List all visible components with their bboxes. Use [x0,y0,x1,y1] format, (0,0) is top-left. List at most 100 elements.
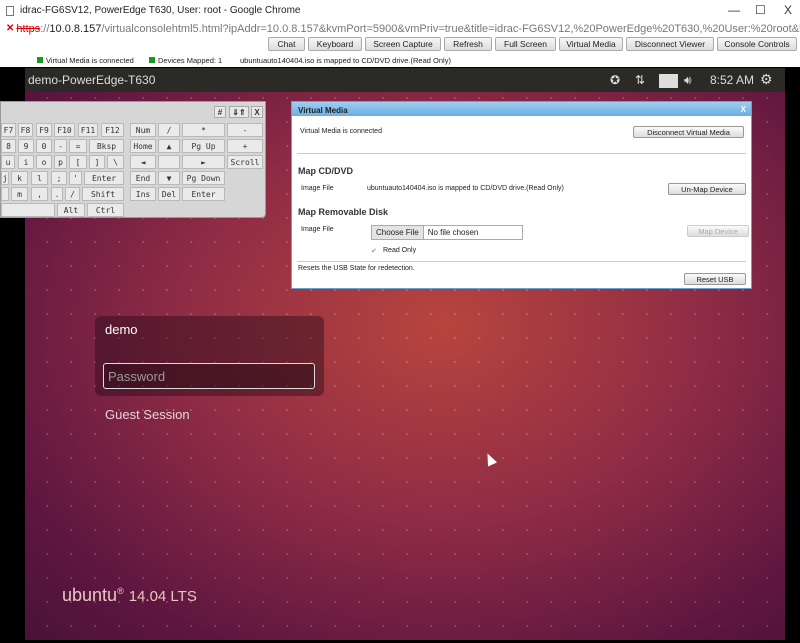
keyboard-key[interactable]: F7 [1,123,16,137]
map-cd-heading: Map CD/DVD [298,166,354,176]
keyboard-key[interactable]: F11 [78,123,98,137]
keyboard-key[interactable]: F12 [101,123,124,137]
vm-connected-text: Virtual Media is connected [300,128,382,135]
full-screen-button[interactable]: Full Screen [495,37,556,51]
keyboard-key[interactable]: 8 [1,139,16,153]
keyboard-key[interactable]: F8 [18,123,33,137]
maximize-button[interactable]: ☐ [755,3,766,17]
keyboard-key[interactable]: / [65,187,80,201]
rd-image-label: Image File [301,226,334,233]
keyboard-key[interactable]: Bksp [89,139,124,153]
keyboard-key[interactable]: - [54,139,67,153]
keyboard-key[interactable]: ; [51,171,67,185]
password-input[interactable]: Password [103,363,315,389]
keyboard-key[interactable]: m [11,187,28,201]
keyboard-key[interactable]: F10 [54,123,75,137]
window-title: idrac-FG6SV12, PowerEdge T630, User: roo… [20,5,301,16]
keyboard-key[interactable]: u [1,155,15,169]
keyboard-key[interactable]: l [31,171,48,185]
keyboard-key[interactable]: / [158,123,180,137]
keyboard-key[interactable]: j [1,171,9,185]
address-bar[interactable]: ✕ https://10.0.8.157/virtualconsolehtml5.… [0,21,800,36]
keyboard-key[interactable]: , [31,187,48,201]
keyboard-key[interactable]: Num [130,123,156,137]
keyboard-layout-indicator[interactable]: En [659,74,678,88]
keyboard-key[interactable]: Enter [84,171,124,185]
keyboard-key[interactable]: p [54,155,67,169]
keyboard-key[interactable]: Home [130,139,156,153]
virtual-media-button[interactable]: Virtual Media [559,37,623,51]
close-button[interactable]: X [784,3,792,17]
keyboard-key[interactable]: ' [69,171,82,185]
read-only-label: Read Only [383,247,417,254]
disconnect-viewer-button[interactable]: Disconnect Viewer [626,37,714,51]
minimize-button[interactable]: — [728,3,740,17]
settings-gear-icon[interactable]: ⚙ [760,71,773,88]
keyboard-key[interactable]: * [182,123,225,137]
reset-usb-button[interactable]: Reset USB [684,273,746,285]
keyboard-key[interactable]: Shift [82,187,124,201]
keyboard-key[interactable]: \ [107,155,124,169]
console-controls-button[interactable]: Console Controls [717,37,797,51]
devices-mapped: Devices Mapped: 1 [158,56,223,65]
keyboard-key[interactable]: ◄ [130,155,156,169]
keyboard-key[interactable]: + [227,139,263,153]
keyboard-key[interactable] [1,187,9,201]
keyboard-key[interactable]: End [130,171,156,185]
logo-text: ubuntu [62,585,118,605]
url-path: /virtualconsolehtml5.html?ipAddr=10.0.8.… [101,22,800,35]
dialog-close-button[interactable]: X [741,105,746,114]
keyboard-key[interactable]: F9 [36,123,52,137]
keyboard-key[interactable]: Enter [182,187,225,201]
vm-status: Virtual Media is connected [46,56,134,65]
keyboard-key[interactable] [1,203,55,217]
keyboard-key[interactable]: - [227,123,263,137]
keyboard-key[interactable]: ] [89,155,105,169]
screen-capture-button[interactable]: Screen Capture [365,37,441,51]
keyboard-key[interactable]: Scroll [227,155,263,169]
keyboard-button[interactable]: Keyboard [308,37,362,51]
file-input[interactable]: Choose File No file chosen [371,225,523,240]
keyboard-key[interactable]: Alt [57,203,85,217]
disconnect-virtual-media-button[interactable]: Disconnect Virtual Media [633,126,744,138]
keyboard-key[interactable]: ► [182,155,225,169]
keyboard-key[interactable]: Del [158,187,180,201]
keyboard-key[interactable] [158,155,180,169]
keyboard-key[interactable]: ▲ [158,139,180,153]
keyboard-key[interactable]: i [18,155,34,169]
keyboard-key[interactable]: 9 [18,139,34,153]
guest-session[interactable]: Guest Session [105,407,190,422]
volume-icon[interactable]: 🔊︎ [684,73,692,88]
keyboard-close-button[interactable]: X [251,106,263,118]
reset-usb-text: Resets the USB State for redetection. [298,265,415,272]
keyboard-key[interactable]: = [69,139,87,153]
choose-file-button[interactable]: Choose File [372,226,424,239]
keyboard-key[interactable]: Pg Up [182,139,225,153]
keyboard-toggle-button[interactable]: ⇓⇑ [229,106,249,118]
keyboard-key[interactable]: ▼ [158,171,180,185]
no-file-text: No file chosen [427,228,479,237]
mapped-status: ubuntuauto140404.iso is mapped to CD/DVD… [240,56,451,65]
chat-button[interactable]: Chat [268,37,305,51]
divider [297,261,746,262]
hostname: demo-PowerEdge-T630 [28,73,156,87]
keyboard-key[interactable]: o [36,155,52,169]
keyboard-key[interactable]: . [51,187,63,201]
keyboard-key[interactable]: Pg Down [182,171,225,185]
virtual-keyboard: # ⇓⇑ X F7 F8 F9 F10 F11 F12 Num / * -8 9 0- = Bksp Hom… [0,101,266,218]
unmap-device-button[interactable]: Un-Map Device [668,183,746,195]
keyboard-key[interactable]: k [11,171,28,185]
refresh-button[interactable]: Refresh [444,37,492,51]
mouse-cursor-icon [482,451,498,467]
clock[interactable]: 8:52 AM [710,73,754,87]
map-device-button[interactable]: Map Device [687,225,749,237]
keyboard-hash-button[interactable]: # [214,106,226,118]
accessibility-icon[interactable]: ✪ [610,73,620,87]
keyboard-key[interactable]: 0 [36,139,52,153]
network-icon[interactable]: ⇅ [635,73,645,87]
keyboard-key[interactable]: Ins [130,187,156,201]
keyboard-key[interactable]: [ [69,155,87,169]
read-only-checkbox[interactable]: ✔ [371,247,377,255]
keyboard-key[interactable]: Ctrl [87,203,124,217]
login-username[interactable]: demo [105,322,138,337]
